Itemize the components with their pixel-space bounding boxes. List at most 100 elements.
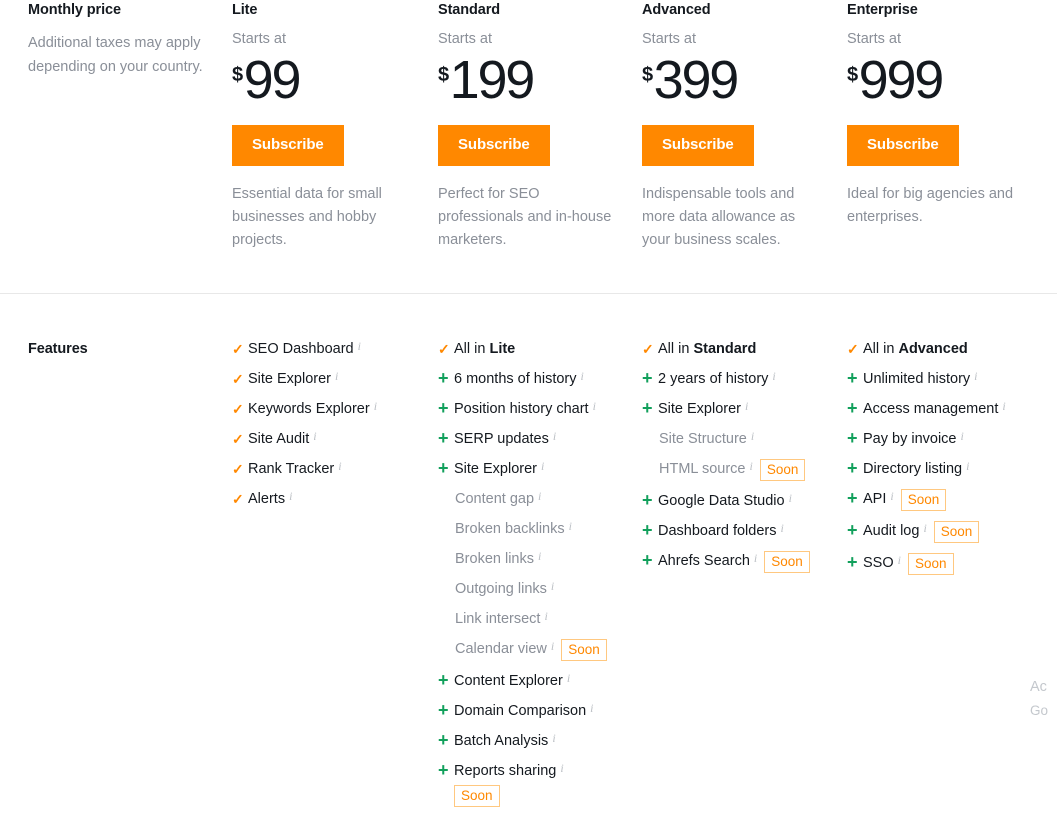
info-icon[interactable]: i (551, 579, 554, 593)
feature-item: + Site Explorer i (438, 459, 634, 479)
info-icon[interactable]: i (552, 731, 555, 745)
info-icon[interactable]: i (560, 761, 563, 775)
feature-item: + Position history chart i (438, 399, 634, 419)
feature-sub-item: Site Structure i (642, 429, 838, 449)
section-divider (0, 293, 1057, 294)
info-icon[interactable]: i (581, 369, 584, 383)
feature-label: API i (863, 489, 894, 507)
monthly-price-label: Monthly price (28, 2, 121, 18)
soon-badge: Soon (900, 489, 947, 511)
info-icon[interactable]: i (289, 489, 292, 503)
info-icon[interactable]: i (789, 491, 792, 505)
info-icon[interactable]: i (338, 459, 341, 473)
feature-item: ✓ Site Explorer i (232, 369, 428, 389)
info-icon[interactable]: i (538, 489, 541, 503)
info-icon[interactable]: i (335, 369, 338, 383)
feature-label: Reports sharing i (454, 761, 564, 779)
plan-column-standard: Standard Starts at $ 199 Subscribe Perfe… (438, 0, 634, 252)
info-icon[interactable]: i (544, 609, 547, 623)
info-icon[interactable]: i (898, 553, 901, 567)
info-icon[interactable]: i (374, 399, 377, 413)
soon-badge: Soon (759, 459, 806, 481)
tax-note: Additional taxes may apply depending on … (28, 35, 203, 75)
info-icon[interactable]: i (553, 429, 556, 443)
info-icon[interactable]: i (745, 399, 748, 413)
check-icon: ✓ (438, 341, 450, 357)
info-icon[interactable]: i (551, 639, 554, 653)
price-amount: 199 (449, 50, 536, 110)
feature-item: ✓ All in Lite (438, 339, 634, 359)
plan-description: Perfect for SEO professionals and in-hou… (438, 186, 612, 248)
plus-icon: + (438, 428, 449, 448)
info-icon[interactable]: i (749, 459, 752, 473)
feature-label: Link intersect i (455, 609, 548, 627)
feature-item: + Google Data Studio i (642, 491, 838, 511)
feature-label: Broken links i (455, 549, 542, 567)
starts-at-label: Starts at (438, 31, 492, 47)
feature-label: SEO Dashboard i (248, 339, 361, 357)
info-icon[interactable]: i (974, 369, 977, 383)
pricing-page: Monthly price Additional taxes may apply… (0, 0, 1057, 807)
subscribe-button[interactable]: Subscribe (438, 125, 550, 166)
corner-overlay-widget[interactable]: Ac Go (1030, 676, 1057, 722)
info-icon[interactable]: i (538, 549, 541, 563)
feature-sub-item: Content gap i (438, 489, 634, 509)
plan-column-advanced: Advanced Starts at $ 399 Subscribe Indis… (642, 0, 838, 252)
price-amount: 399 (653, 50, 740, 110)
info-icon[interactable]: i (567, 671, 570, 685)
feature-label: All in Standard (658, 341, 757, 357)
feature-sub-item: HTML source i Soon (642, 459, 838, 481)
info-icon[interactable]: i (923, 521, 926, 535)
features-column-enterprise: ✓ All in Advanced + Unlimited history i + Acce… (847, 339, 1047, 585)
feature-label-emphasis: Advanced (898, 341, 968, 357)
price-amount: 999 (858, 50, 945, 110)
features-column-advanced: ✓ All in Standard +2 years of history i + Sit… (642, 339, 838, 583)
info-icon[interactable]: i (966, 459, 969, 473)
info-icon[interactable]: i (890, 489, 893, 503)
feature-label: 6 months of history i (454, 369, 584, 387)
feature-item: + Access management i (847, 399, 1047, 419)
features-label: Features (28, 341, 88, 357)
feature-item: + Dashboard folders i (642, 521, 838, 541)
subscribe-button[interactable]: Subscribe (847, 125, 959, 166)
info-icon[interactable]: i (1002, 399, 1005, 413)
check-icon: ✓ (232, 371, 244, 387)
subscribe-button[interactable]: Subscribe (642, 125, 754, 166)
info-icon[interactable]: i (541, 459, 544, 473)
feature-item: + Pay by invoice i (847, 429, 1047, 449)
info-icon[interactable]: i (751, 429, 754, 443)
check-icon: ✓ (847, 341, 859, 357)
plan-name: Enterprise (847, 2, 918, 18)
feature-item: ✓ Rank Tracker i (232, 459, 428, 479)
feature-label: Google Data Studio i (658, 491, 792, 509)
info-icon[interactable]: i (313, 429, 316, 443)
feature-label: SSO i (863, 553, 901, 571)
info-icon[interactable]: i (593, 399, 596, 413)
info-icon[interactable]: i (772, 369, 775, 383)
feature-label: Calendar view i (455, 639, 555, 657)
info-icon[interactable]: i (754, 551, 757, 565)
info-icon[interactable]: i (358, 339, 361, 353)
subscribe-button[interactable]: Subscribe (232, 125, 344, 166)
plus-icon: + (438, 458, 449, 478)
info-icon[interactable]: i (590, 701, 593, 715)
currency-symbol: $ (438, 64, 449, 86)
info-icon[interactable]: i (781, 521, 784, 535)
feature-label: Keywords Explorer i (248, 399, 378, 417)
feature-label: Unlimited history i (863, 369, 978, 387)
feature-item: + API i Soon (847, 489, 1047, 511)
info-icon[interactable]: i (961, 429, 964, 443)
feature-item: ✓ Site Audit i (232, 429, 428, 449)
info-icon[interactable]: i (569, 519, 572, 533)
plan-description: Essential data for small businesses and … (232, 186, 382, 248)
features-column-lite: ✓ SEO Dashboard i ✓ Site Explorer i ✓ Keywords … (232, 339, 428, 519)
feature-item: +2 years of history i (642, 369, 838, 389)
feature-item: +6 months of history i (438, 369, 634, 389)
soon-badge: Soon (764, 551, 810, 573)
feature-item: + Ahrefs Search i Soon (642, 551, 838, 573)
plan-column-enterprise: Enterprise Starts at $ 999 Subscribe Ide… (847, 0, 1047, 229)
plus-icon: + (642, 550, 653, 570)
starts-at-label: Starts at (642, 31, 696, 47)
plus-icon: + (847, 428, 858, 448)
feature-label: Outgoing links i (455, 579, 555, 597)
